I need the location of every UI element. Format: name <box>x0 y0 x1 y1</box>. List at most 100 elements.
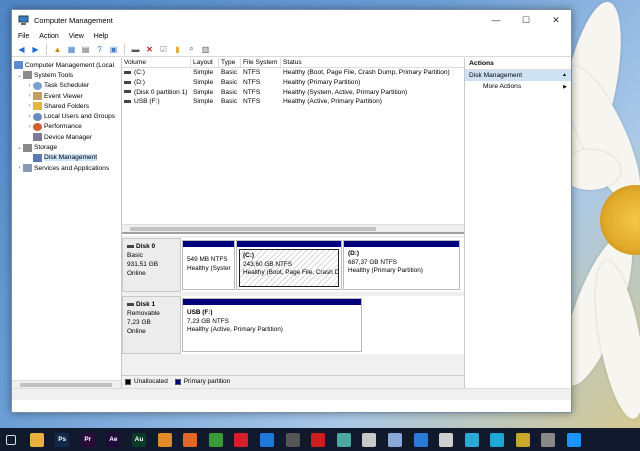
taskbar-item[interactable] <box>461 428 483 451</box>
taskbar-item[interactable]: Au <box>128 428 150 451</box>
close-button[interactable]: ✕ <box>541 10 571 30</box>
tree-item-device-manager[interactable]: Device Manager <box>12 132 121 142</box>
taskbar-item[interactable] <box>333 428 355 451</box>
tree-item-event-viewer[interactable]: › Event Viewer <box>12 91 121 101</box>
taskbar-item[interactable] <box>358 428 380 451</box>
partition-disk0-1[interactable]: 549 MB NTFS Healthy (Syster <box>182 240 235 290</box>
disk-1-label[interactable]: Disk 1 Removable 7,23 GB Online <box>122 296 181 354</box>
actions-section-disk-management[interactable]: Disk Management ▲ <box>465 70 571 81</box>
taskbar-item[interactable] <box>410 428 432 451</box>
taskbar-item[interactable]: Ps <box>51 428 73 451</box>
primary-partition-bar <box>237 241 341 247</box>
taskbar-item[interactable] <box>230 428 252 451</box>
taskbar-item[interactable]: Ae <box>102 428 124 451</box>
more-actions-item[interactable]: More Actions ▶ <box>465 81 571 93</box>
chevron-down-icon[interactable]: ⌄ <box>16 144 23 151</box>
disk-connect-icon[interactable]: ▬ <box>130 44 141 55</box>
menu-help[interactable]: Help <box>94 33 108 40</box>
actions-pane: Actions Disk Management ▲ More Actions ▶ <box>464 58 571 400</box>
menu-view[interactable]: View <box>69 33 84 40</box>
table-row[interactable]: (D:) Simple Basic NTFS Healthy (Primary Part… <box>122 78 464 88</box>
edge-icon <box>259 432 274 447</box>
check-icon[interactable]: ☑ <box>158 44 169 55</box>
column-header-status[interactable]: Status <box>281 58 464 67</box>
partition-disk0-d[interactable]: (D:) 687,37 GB NTFS Healthy (Primary Par… <box>343 240 460 290</box>
app-icon <box>567 432 582 447</box>
taskbar-item[interactable] <box>384 428 406 451</box>
tree-item-disk-management[interactable]: Disk Management <box>12 153 121 163</box>
chevron-right-icon[interactable]: › <box>26 124 33 130</box>
chevron-right-icon[interactable]: › <box>26 114 33 120</box>
view-icon[interactable]: ▣ <box>108 44 119 55</box>
taskbar-item[interactable] <box>435 428 457 451</box>
tree-horizontal-scrollbar[interactable] <box>12 380 121 388</box>
taskbar-item[interactable] <box>205 428 227 451</box>
taskbar-item[interactable] <box>26 428 48 451</box>
column-header-file-system[interactable]: File System <box>241 58 281 67</box>
tree-item-system-tools[interactable]: ⌄ System Tools <box>12 70 121 80</box>
chevron-right-icon[interactable]: › <box>26 83 33 89</box>
center-pane: Volume Layout Type File System Status (C… <box>122 58 464 400</box>
premiere-icon: Pr <box>80 432 95 447</box>
partition-disk0-c[interactable]: (C:) 243,60 GB NTFS Healthy (Boot, Page … <box>236 240 342 290</box>
taskbar-item[interactable]: Pr <box>77 428 99 451</box>
back-icon[interactable]: ◀ <box>16 44 27 55</box>
disk-0-label[interactable]: Disk 0 Basic 931,51 GB Online <box>122 238 181 292</box>
panel-icon[interactable]: ▥ <box>200 44 211 55</box>
minimize-button[interactable]: — <box>481 10 511 30</box>
column-header-volume[interactable]: Volume <box>122 58 191 67</box>
delete-icon[interactable]: ✕ <box>144 44 155 55</box>
chevron-right-icon[interactable]: › <box>16 165 23 171</box>
scrollbar-thumb[interactable] <box>20 383 112 387</box>
tree-item-storage[interactable]: ⌄ Storage <box>12 142 121 152</box>
volume-icon <box>124 90 131 94</box>
menu-action[interactable]: Action <box>39 33 58 40</box>
table-row[interactable]: (Disk 0 partition 1) Simple Basic NTFS Healt… <box>122 88 464 98</box>
taskbar-item[interactable] <box>0 428 22 451</box>
partition-disk1-usb[interactable]: USB (F:) 7,23 GB NTFS Healthy (Active, P… <box>182 298 362 352</box>
taskbar-item[interactable] <box>256 428 278 451</box>
chevron-right-icon[interactable]: › <box>26 93 33 99</box>
tree-item-local-users[interactable]: › Local Users and Groups <box>12 111 121 121</box>
volume-list-horizontal-scrollbar[interactable] <box>122 224 464 232</box>
tree-item-root[interactable]: Computer Management (Local <box>12 60 121 70</box>
collapse-icon[interactable]: ▲ <box>562 70 567 81</box>
search-icon[interactable]: ⌕ <box>186 44 197 55</box>
toolbar-separator <box>46 43 47 55</box>
actions-header: Actions <box>465 58 571 70</box>
help-icon[interactable]: ? <box>94 44 105 55</box>
chevron-right-icon[interactable]: › <box>26 103 33 109</box>
tree-item-performance[interactable]: › Performance <box>12 122 121 132</box>
table-row[interactable]: (C:) Simple Basic NTFS Healthy (Boot, Page F… <box>122 68 464 78</box>
taskbar-item[interactable] <box>179 428 201 451</box>
column-header-layout[interactable]: Layout <box>191 58 219 67</box>
taskbar-item[interactable] <box>512 428 534 451</box>
column-header-type[interactable]: Type <box>219 58 241 67</box>
chevron-down-icon[interactable]: ⌄ <box>16 72 23 79</box>
scrollbar-thumb[interactable] <box>130 227 376 231</box>
menu-file[interactable]: File <box>18 33 29 40</box>
tree-item-services[interactable]: › Services and Applications <box>12 163 121 173</box>
title-bar: Computer Management — ☐ ✕ <box>12 10 571 30</box>
tree-item-label: Disk Management <box>44 154 98 162</box>
tree-item-task-scheduler[interactable]: › Task Scheduler <box>12 81 121 91</box>
disk-icon <box>127 303 134 306</box>
maximize-button[interactable]: ☐ <box>511 10 541 30</box>
taskbar-item[interactable] <box>537 428 559 451</box>
legend-primary: Primary partition <box>183 378 231 385</box>
up-icon[interactable]: ▲ <box>52 44 63 55</box>
taskbar-item[interactable] <box>486 428 508 451</box>
table-row[interactable]: USB (F:) Simple Basic NTFS Healthy (Active, … <box>122 97 464 107</box>
forward-icon[interactable]: ▶ <box>30 44 41 55</box>
taskbar-item[interactable] <box>563 428 585 451</box>
show-hide-tree-icon[interactable]: ▦ <box>66 44 77 55</box>
tree-item-shared-folders[interactable]: › Shared Folders <box>12 101 121 111</box>
disk-1-type: Removable <box>127 310 160 317</box>
taskbar-item[interactable] <box>282 428 304 451</box>
taskbar-item[interactable] <box>154 428 176 451</box>
properties-icon[interactable]: ▤ <box>80 44 91 55</box>
folder-icon[interactable]: ▮ <box>172 44 183 55</box>
controller-icon <box>464 432 479 447</box>
table-cell: NTFS <box>243 98 261 106</box>
taskbar-item[interactable] <box>307 428 329 451</box>
